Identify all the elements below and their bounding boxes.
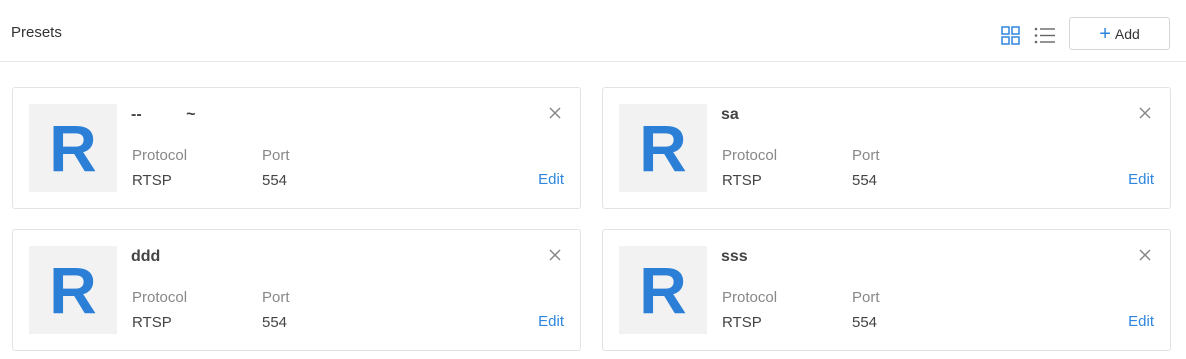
header: Presets + Add: [0, 0, 1186, 62]
protocol-value: RTSP: [132, 172, 172, 189]
preset-name: ddd: [131, 248, 161, 265]
close-icon[interactable]: [548, 106, 562, 120]
protocol-value: RTSP: [132, 314, 172, 331]
port-label: Port: [262, 289, 290, 306]
page-title: Presets: [11, 24, 62, 41]
grid-view-icon[interactable]: [1001, 26, 1020, 45]
preset-card: R sa Protocol Port RTSP 554 Edit: [602, 87, 1171, 209]
protocol-value: RTSP: [722, 314, 762, 331]
preset-name: sss: [721, 248, 748, 265]
port-label: Port: [852, 147, 880, 164]
preset-logo-letter: R: [639, 253, 687, 327]
close-icon[interactable]: [1138, 248, 1152, 262]
preset-logo: R: [619, 246, 707, 334]
preset-name: sa: [721, 106, 739, 123]
protocol-label: Protocol: [722, 289, 778, 306]
add-button-label: Add: [1114, 25, 1140, 42]
edit-link[interactable]: Edit: [1128, 313, 1154, 330]
port-label: Port: [262, 147, 290, 164]
preset-logo: R: [29, 104, 117, 192]
preset-name: -- ~: [131, 106, 196, 123]
preset-logo: R: [619, 104, 707, 192]
protocol-label: Protocol: [132, 147, 188, 164]
plus-icon: +: [1099, 22, 1111, 45]
close-icon[interactable]: [1138, 106, 1152, 120]
protocol-value: RTSP: [722, 172, 762, 189]
edit-link[interactable]: Edit: [538, 171, 564, 188]
edit-link[interactable]: Edit: [538, 313, 564, 330]
port-value: 554: [262, 172, 288, 189]
close-icon[interactable]: [548, 248, 562, 262]
preset-logo-letter: R: [639, 111, 687, 185]
preset-logo: R: [29, 246, 117, 334]
port-value: 554: [852, 314, 878, 331]
preset-card: R ddd Protocol Port RTSP 554 Edit: [12, 229, 581, 351]
port-value: 554: [262, 314, 288, 331]
port-label: Port: [852, 289, 880, 306]
port-value: 554: [852, 172, 878, 189]
preset-card: R -- ~ Protocol Port RTSP 554 Edit: [12, 87, 581, 209]
edit-link[interactable]: Edit: [1128, 171, 1154, 188]
list-view-icon[interactable]: [1034, 26, 1056, 45]
protocol-label: Protocol: [722, 147, 778, 164]
protocol-label: Protocol: [132, 289, 188, 306]
add-button[interactable]: + Add: [1069, 17, 1170, 50]
preset-logo-letter: R: [49, 253, 97, 327]
preset-logo-letter: R: [49, 111, 97, 185]
preset-card: R sss Protocol Port RTSP 554 Edit: [602, 229, 1171, 351]
